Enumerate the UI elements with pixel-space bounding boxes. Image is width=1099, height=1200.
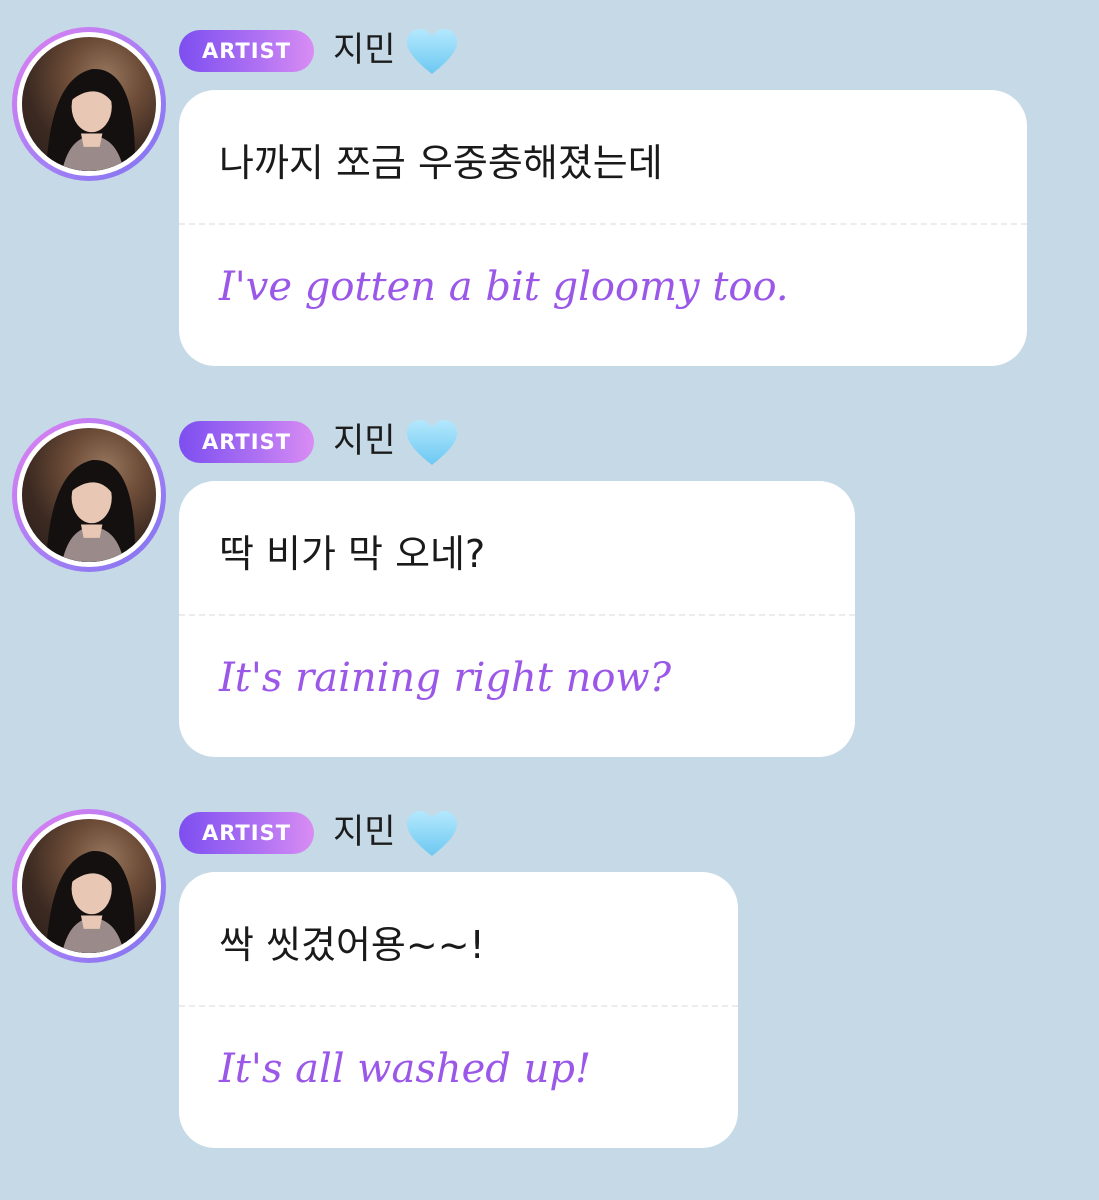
avatar-photo [22, 428, 156, 562]
artist-badge: ARTIST [179, 30, 314, 72]
artist-badge: ARTIST [179, 812, 314, 854]
sender-name: 지민 [333, 421, 396, 461]
message-bubble[interactable]: 딱 비가 막 오네? It's raining right now? [179, 481, 855, 757]
light-blue-heart-icon [405, 28, 459, 76]
message-bubble[interactable]: 싹 씻겼어용~~! It's all washed up! [179, 872, 738, 1148]
divider [179, 1005, 738, 1007]
artist-avatar[interactable] [12, 27, 166, 181]
sender-name: 지민 [333, 30, 396, 70]
avatar-photo [22, 819, 156, 953]
light-blue-heart-icon [405, 810, 459, 858]
avatar-photo [22, 37, 156, 171]
artist-avatar[interactable] [12, 418, 166, 572]
message-text-korean: 딱 비가 막 오네? [219, 532, 486, 576]
light-blue-heart-icon [405, 419, 459, 467]
divider [179, 223, 1027, 225]
message-translation: It's raining right now? [219, 655, 672, 701]
message-text-korean: 나까지 쪼금 우중충해졌는데 [219, 141, 663, 185]
message-translation: It's all washed up! [219, 1046, 592, 1092]
divider [179, 614, 855, 616]
message-bubble[interactable]: 나까지 쪼금 우중충해졌는데 I've gotten a bit gloomy … [179, 90, 1027, 366]
sender-name: 지민 [333, 812, 396, 852]
message-translation: I've gotten a bit gloomy too. [219, 264, 789, 310]
message-text-korean: 싹 씻겼어용~~! [219, 923, 485, 967]
artist-badge: ARTIST [179, 421, 314, 463]
artist-avatar[interactable] [12, 809, 166, 963]
